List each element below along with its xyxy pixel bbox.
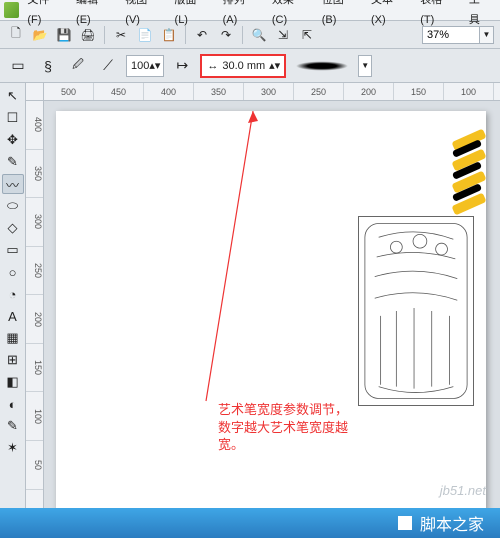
annotation-arrow	[198, 111, 278, 411]
cut-button[interactable]: ✂	[111, 25, 131, 45]
page[interactable]: 艺术笔宽度参数调节， 数字越大艺术笔宽度越 宽。	[56, 111, 486, 511]
artwork-stripes	[452, 131, 492, 221]
zoom-dropdown-icon[interactable]: ▼	[480, 26, 494, 44]
tool-crop[interactable]: ✥	[2, 130, 24, 150]
property-bar: ▭ § 🖉 ⟋ 100 ▴▾ ↦ ↔ 30.0 mm ▴▾ ▼	[0, 49, 500, 83]
tool-table[interactable]: ▦	[2, 328, 24, 348]
tool-shape[interactable]: ☐	[2, 108, 24, 128]
annotation-text: 艺术笔宽度参数调节， 数字越大艺术笔宽度越 宽。	[218, 401, 348, 454]
tool-interactive[interactable]: ◐	[2, 394, 24, 414]
separator	[185, 26, 186, 44]
stroke-width-value: 30.0 mm	[222, 60, 265, 72]
tool-eyedropper[interactable]: ✎	[2, 416, 24, 436]
workspace: ↖ ☐ ✥ ✎ 〰 ⬭ ◇ ▭ ○ ◔ A ▦ ⊞ ◧ ◐ ✎ ✶ 500450…	[0, 83, 500, 538]
footer-icon	[398, 516, 412, 530]
spin-icon[interactable]: ▴▾	[269, 59, 279, 72]
spin-icon[interactable]: ▴▾	[149, 59, 159, 72]
ruler-corner	[26, 83, 44, 101]
zoom-control: ▼	[422, 26, 494, 44]
app-icon	[4, 2, 19, 18]
tool-pick[interactable]: ↖	[2, 86, 24, 106]
undo-button[interactable]: ↶	[192, 25, 212, 45]
footer-label: 脚本之家	[420, 511, 484, 535]
new-button[interactable]: 🗋	[6, 25, 26, 45]
search-button[interactable]: 🔍	[249, 25, 269, 45]
artwork-lineart	[358, 216, 474, 406]
export-button[interactable]: ⇱	[297, 25, 317, 45]
save-button[interactable]: 💾	[54, 25, 74, 45]
toolbox: ↖ ☐ ✥ ✎ 〰 ⬭ ◇ ▭ ○ ◔ A ▦ ⊞ ◧ ◐ ✎ ✶	[0, 83, 26, 538]
menu-text[interactable]: 文本(X)	[365, 0, 412, 30]
separator	[104, 26, 105, 44]
redo-button[interactable]: ↷	[216, 25, 236, 45]
canvas-area[interactable]: 500450400350300250200150100 400350300250…	[26, 83, 500, 538]
tool-ellipse[interactable]: ▭	[2, 240, 24, 260]
tool-zoom[interactable]: ✎	[2, 152, 24, 172]
smoothing-icon[interactable]: 🖉	[66, 54, 90, 78]
paste-button[interactable]: 📋	[159, 25, 179, 45]
ruler-horizontal: 500450400350300250200150100	[44, 83, 500, 101]
tool-outline[interactable]: ✶	[2, 438, 24, 458]
freehand-icon[interactable]: §	[36, 54, 60, 78]
tool-text[interactable]: A	[2, 306, 24, 326]
brush-size-field[interactable]: 100 ▴▾	[126, 55, 164, 77]
import-button[interactable]: ⇲	[273, 25, 293, 45]
menu-bitmap[interactable]: 位图(B)	[316, 0, 363, 30]
watermark: jb51.net	[440, 483, 486, 498]
tool-smartfill[interactable]: ⬭	[2, 196, 24, 216]
zoom-input[interactable]	[422, 26, 480, 44]
unit-icon[interactable]: ↦	[170, 54, 194, 78]
eyedropper-icon[interactable]: ⟋	[96, 54, 120, 78]
menu-bar: 文件(F) 编辑(E) 视图(V) 版面(L) 排列(A) 效果(C) 位图(B…	[0, 0, 500, 21]
copy-button[interactable]: 📄	[135, 25, 155, 45]
tool-rectangle[interactable]: ◇	[2, 218, 24, 238]
separator	[242, 26, 243, 44]
tool-basic-shapes[interactable]: ◔	[2, 284, 24, 304]
print-button[interactable]: 🖨	[78, 25, 98, 45]
tool-dimension[interactable]: ⊞	[2, 350, 24, 370]
brush-dropdown-icon[interactable]: ▼	[358, 55, 372, 77]
ruler-vertical: 400350300250200150100500	[26, 101, 44, 538]
stroke-width-control[interactable]: ↔ 30.0 mm ▴▾	[200, 54, 286, 78]
open-button[interactable]: 📂	[30, 25, 50, 45]
width-icon: ↔	[207, 60, 218, 72]
tool-polygon[interactable]: ○	[2, 262, 24, 282]
brush-size-value: 100	[131, 60, 149, 72]
preset-icon[interactable]: ▭	[6, 54, 30, 78]
footer-banner: 脚本之家	[0, 508, 500, 538]
tool-connector[interactable]: ◧	[2, 372, 24, 392]
tool-freehand[interactable]: 〰	[2, 174, 24, 194]
brush-stroke-preview	[292, 58, 352, 74]
